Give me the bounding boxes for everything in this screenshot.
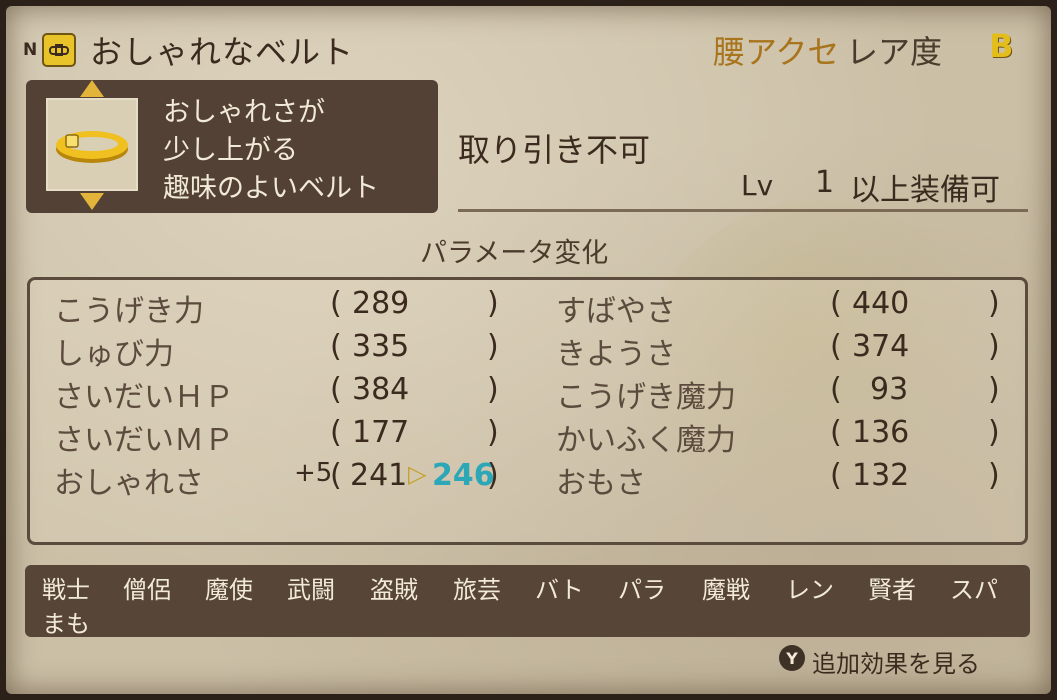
job-label: まも <box>42 610 90 638</box>
job-label: スパ <box>950 576 998 604</box>
stat-value: 384 <box>352 372 410 407</box>
job-label: レン <box>786 576 834 604</box>
rarity-value: B <box>989 27 1014 65</box>
stat-value: 136 <box>852 415 910 450</box>
item-category: 腰アクセ <box>713 33 840 71</box>
y-button-icon[interactable]: Y <box>779 645 805 671</box>
stat-paren-close: ) <box>487 329 499 364</box>
stat-name: かいふく魔力 <box>556 423 736 458</box>
stat-paren-open: ( <box>830 329 842 364</box>
view-extra-effects-label[interactable]: 追加効果を見る <box>812 644 980 679</box>
stat-value: 132 <box>852 458 910 493</box>
stat-paren-open: ( <box>330 329 342 364</box>
level-value: 1 <box>815 165 835 200</box>
item-prefix-letter: N <box>23 40 38 60</box>
belt-ring-icon <box>46 98 138 191</box>
stat-value: 241 <box>350 458 408 493</box>
stat-paren-open: ( <box>830 372 842 407</box>
job-label: 魔使 <box>205 576 253 604</box>
stat-name: しゅび力 <box>54 337 174 372</box>
level-suffix: 以上装備可 <box>850 173 1000 208</box>
stat-paren-close: ) <box>988 372 1000 407</box>
stat-paren-open: ( <box>330 458 342 493</box>
stat-name: おもさ <box>556 466 646 501</box>
stat-paren-close: ) <box>487 286 499 321</box>
description-line-3: 趣味のよいベルト <box>163 173 379 204</box>
stat-change-arrow-icon: ▷ <box>408 460 427 488</box>
stat-name: こうげき力 <box>54 294 204 329</box>
job-label: 戦士 <box>42 576 90 604</box>
stat-paren-open: ( <box>830 286 842 321</box>
stat-paren-open: ( <box>330 286 342 321</box>
job-label: 僧侶 <box>123 576 171 604</box>
job-label: バト <box>535 576 584 604</box>
divider <box>458 209 1028 212</box>
arrow-up-icon[interactable] <box>80 80 104 97</box>
job-label: 盗賊 <box>370 576 418 604</box>
stat-value: 374 <box>852 329 910 364</box>
job-label: 旅芸 <box>453 576 501 604</box>
stat-value: 440 <box>852 286 910 321</box>
stat-paren-close: ) <box>988 286 1000 321</box>
belt-item-icon <box>42 33 76 67</box>
stat-bonus: +5 <box>294 458 333 488</box>
stat-paren-close: ) <box>487 458 499 493</box>
stat-paren-close: ) <box>988 329 1000 364</box>
stat-paren-close: ) <box>487 415 499 450</box>
stat-name: こうげき魔力 <box>556 380 736 415</box>
job-label: 魔戦 <box>702 576 750 604</box>
stat-paren-open: ( <box>830 415 842 450</box>
description-line-1: おしゃれさが <box>163 97 325 128</box>
stat-paren-open: ( <box>330 372 342 407</box>
stat-value: 177 <box>352 415 410 450</box>
rarity-label: レア度 <box>846 33 943 71</box>
level-label: Lv <box>741 169 774 202</box>
trade-status: 取り引き不可 <box>458 131 651 169</box>
stat-value: 289 <box>352 286 410 321</box>
stat-value: 335 <box>352 329 410 364</box>
item-name: おしゃれなベルト <box>90 33 355 71</box>
job-label: パラ <box>618 576 666 604</box>
stat-paren-close: ) <box>487 372 499 407</box>
description-line-2: 少し上がる <box>163 135 298 166</box>
job-label: 武闘 <box>287 576 335 604</box>
job-label: 賢者 <box>868 576 916 604</box>
stat-name: さいだいＨＰ <box>54 380 234 415</box>
stat-value: 93 <box>870 372 909 407</box>
stat-paren-close: ) <box>988 415 1000 450</box>
stat-name: おしゃれさ <box>54 466 204 501</box>
stat-paren-open: ( <box>330 415 342 450</box>
stat-name: きようさ <box>556 337 676 372</box>
stat-paren-close: ) <box>988 458 1000 493</box>
param-change-title: パラメータ変化 <box>420 238 609 269</box>
stat-name: すばやさ <box>556 294 676 329</box>
arrow-down-icon[interactable] <box>80 193 104 210</box>
stat-new-value: 246 <box>432 458 495 493</box>
stat-name: さいだいＭＰ <box>54 423 234 458</box>
stat-paren-open: ( <box>830 458 842 493</box>
